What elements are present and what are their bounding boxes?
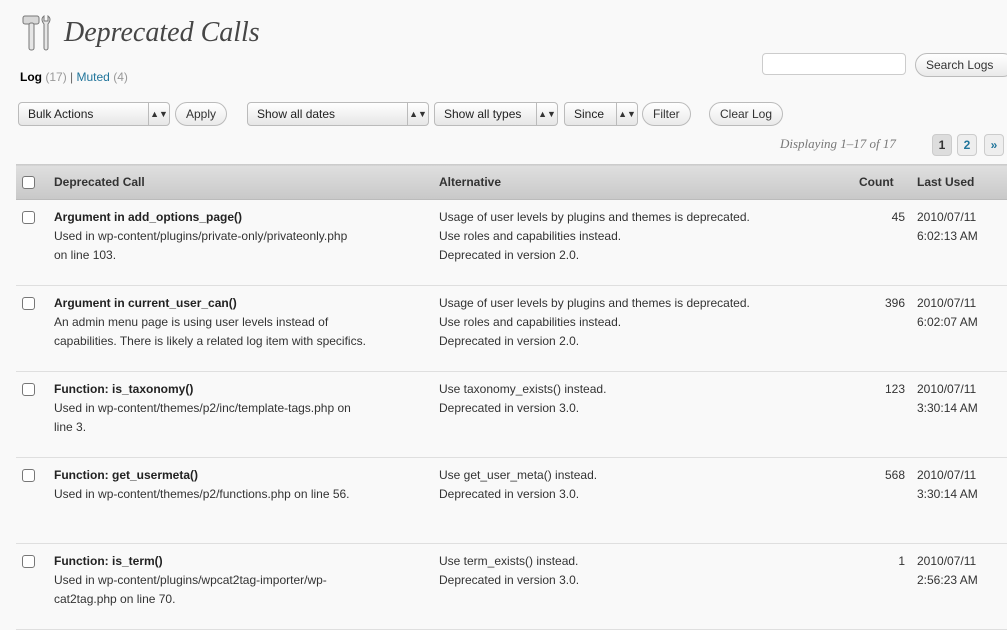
- view-muted-link[interactable]: Muted: [77, 70, 110, 84]
- types-select[interactable]: Show all types ▲▼: [434, 102, 558, 126]
- last-used-time: 3:30:14 AM: [917, 487, 978, 501]
- view-muted-count: (4): [113, 70, 128, 84]
- select-all-checkbox[interactable]: [22, 176, 35, 190]
- last-used-date: 2010/07/11: [917, 210, 977, 224]
- alternative-text: Use taxonomy_exists() instead.: [439, 382, 607, 396]
- table-row: Function: is_taxonomy() Used in wp-conte…: [16, 371, 1007, 458]
- call-description: cat2tag.php on line 70.: [54, 592, 176, 606]
- row-checkbox[interactable]: [22, 469, 35, 482]
- call-count: 45: [853, 199, 911, 286]
- call-description: Used in wp-content/plugins/wpcat2tag-imp…: [54, 573, 327, 587]
- search-input[interactable]: [762, 53, 906, 75]
- search-logs-button[interactable]: Search Logs: [915, 53, 1007, 77]
- column-header-count[interactable]: Count: [853, 164, 911, 200]
- call-description: on line 103.: [54, 248, 117, 262]
- column-header-call[interactable]: Deprecated Call: [48, 164, 433, 200]
- column-header-last-used[interactable]: Last Used: [911, 164, 1007, 200]
- last-used-time: 2:56:23 AM: [917, 573, 978, 587]
- select-arrows-icon: ▲▼: [407, 103, 428, 125]
- page-2-button[interactable]: 2: [957, 134, 977, 156]
- page-1-button[interactable]: 1: [932, 134, 952, 156]
- types-value: Show all types: [444, 107, 522, 121]
- last-used-date: 2010/07/11: [917, 468, 977, 482]
- row-checkbox[interactable]: [22, 297, 35, 310]
- call-count: 1: [853, 543, 911, 630]
- deprecated-calls-table: Deprecated Call Alternative Count Last U…: [16, 164, 1007, 630]
- last-used-time: 3:30:14 AM: [917, 401, 978, 415]
- table-row: Function: get_usermeta() Used in wp-cont…: [16, 457, 1007, 544]
- last-used-time: 6:02:07 AM: [917, 315, 978, 329]
- row-checkbox[interactable]: [22, 383, 35, 396]
- call-count: 396: [853, 285, 911, 372]
- alternative-text: Use roles and capabilities instead.: [439, 229, 622, 243]
- alternative-text: Deprecated in version 3.0.: [439, 573, 580, 587]
- call-title: Function: get_usermeta(): [54, 468, 199, 482]
- view-log-link[interactable]: Log: [20, 70, 42, 84]
- column-header-alternative[interactable]: Alternative: [433, 164, 853, 200]
- call-description: Used in wp-content/themes/p2/functions.p…: [54, 487, 350, 501]
- call-description: capabilities. There is likely a related …: [54, 334, 366, 348]
- bulk-actions-select[interactable]: Bulk Actions ▲▼: [18, 102, 170, 126]
- last-used-time: 6:02:13 AM: [917, 229, 978, 243]
- alternative-text: Use get_user_meta() instead.: [439, 468, 598, 482]
- call-title: Argument in current_user_can(): [54, 296, 237, 310]
- alternative-text: Use roles and capabilities instead.: [439, 315, 622, 329]
- call-description: Used in wp-content/plugins/private-only/…: [54, 229, 348, 243]
- page-title: Deprecated Calls: [64, 17, 260, 48]
- alternative-text: Use term_exists() instead.: [439, 554, 579, 568]
- since-select[interactable]: Since ▲▼: [564, 102, 638, 126]
- call-title: Function: is_term(): [54, 554, 163, 568]
- table-header-row: Deprecated Call Alternative Count Last U…: [16, 164, 1007, 200]
- call-title: Function: is_taxonomy(): [54, 382, 194, 396]
- view-log-count: (17): [45, 70, 67, 84]
- select-arrows-icon: ▲▼: [536, 103, 557, 125]
- call-description: An admin menu page is using user levels …: [54, 315, 329, 329]
- alternative-text: Usage of user levels by plugins and them…: [439, 210, 750, 224]
- displaying-count: Displaying 1–17 of 17: [780, 136, 896, 151]
- select-all-cell: [16, 164, 48, 200]
- table-row: Function: is_term() Used in wp-content/p…: [16, 543, 1007, 630]
- call-description: Used in wp-content/themes/p2/inc/templat…: [54, 401, 351, 415]
- select-arrows-icon: ▲▼: [148, 103, 169, 125]
- table-row: Argument in current_user_can() An admin …: [16, 285, 1007, 372]
- call-count: 123: [853, 371, 911, 458]
- alternative-text: Deprecated in version 3.0.: [439, 401, 580, 415]
- last-used-date: 2010/07/11: [917, 554, 977, 568]
- filter-button[interactable]: Filter: [642, 102, 691, 126]
- page-header: Deprecated Calls: [20, 14, 260, 52]
- view-separator: |: [70, 70, 74, 84]
- dates-value: Show all dates: [257, 107, 336, 121]
- apply-button[interactable]: Apply: [175, 102, 228, 126]
- tools-icon: [22, 14, 51, 51]
- since-value: Since: [574, 107, 605, 121]
- call-title: Argument in add_options_page(): [54, 210, 243, 224]
- last-used-date: 2010/07/11: [917, 296, 977, 310]
- alternative-text: Deprecated in version 2.0.: [439, 334, 580, 348]
- row-checkbox[interactable]: [22, 555, 35, 568]
- dates-select[interactable]: Show all dates ▲▼: [247, 102, 429, 126]
- call-description: line 3.: [54, 420, 87, 434]
- clear-log-button[interactable]: Clear Log: [709, 102, 784, 126]
- call-count: 568: [853, 457, 911, 544]
- select-arrows-icon: ▲▼: [616, 103, 637, 125]
- view-filters: Log (17) | Muted (4): [20, 70, 128, 84]
- next-page-button[interactable]: »: [984, 134, 1004, 156]
- alternative-text: Usage of user levels by plugins and them…: [439, 296, 750, 310]
- row-checkbox[interactable]: [22, 211, 35, 224]
- table-row: Argument in add_options_page() Used in w…: [16, 199, 1007, 286]
- last-used-date: 2010/07/11: [917, 382, 977, 396]
- alternative-text: Deprecated in version 3.0.: [439, 487, 580, 501]
- alternative-text: Deprecated in version 2.0.: [439, 248, 580, 262]
- bulk-actions-value: Bulk Actions: [28, 107, 94, 121]
